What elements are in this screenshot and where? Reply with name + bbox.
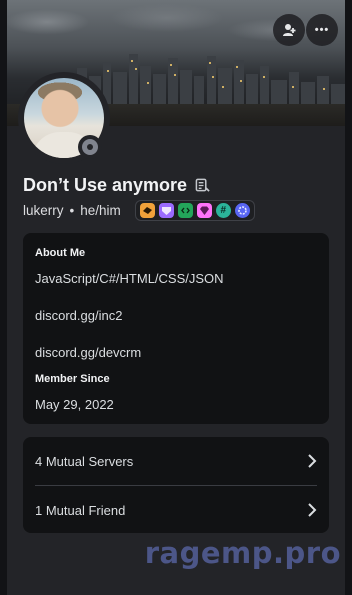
display-name-row: Don’t Use anymore — [23, 175, 210, 196]
about-card: About Me JavaScript/C#/HTML/CSS/JSON dis… — [23, 233, 329, 424]
status-indicator — [78, 135, 102, 159]
mutual-servers-row[interactable]: 4 Mutual Servers — [23, 437, 329, 485]
chevron-right-icon — [308, 454, 317, 468]
badge-list: # — [134, 199, 255, 221]
hashtag-quest-icon[interactable]: # — [215, 202, 231, 218]
pronouns: he/him — [80, 202, 121, 218]
add-friend-button[interactable] — [273, 14, 305, 46]
username-separator: • — [69, 202, 75, 218]
display-name: Don’t Use anymore — [23, 175, 188, 195]
mutual-servers-label: 4 Mutual Servers — [35, 453, 134, 469]
active-developer-icon[interactable] — [177, 202, 193, 218]
about-me-title: About Me — [35, 247, 86, 259]
mutual-friends-label: 1 Mutual Friend — [35, 502, 126, 518]
profile-popout: ••• Don’t Use anymore lukerry • he/him #… — [0, 0, 352, 595]
server-booster-gem-icon[interactable] — [196, 202, 212, 218]
mutual-friends-row[interactable]: 1 Mutual Friend — [23, 486, 329, 534]
about-line: JavaScript/C#/HTML/CSS/JSON — [35, 271, 224, 286]
member-since-date: May 29, 2022 — [35, 397, 114, 412]
gear-badge-icon[interactable] — [234, 202, 250, 218]
about-line-link[interactable]: discord.gg/devcrm — [35, 345, 141, 360]
username: lukerry — [23, 202, 64, 218]
add-friend-icon — [283, 24, 296, 36]
chevron-right-icon — [308, 503, 317, 517]
more-options-button[interactable]: ••• — [306, 14, 338, 46]
about-line-link[interactable]: discord.gg/inc2 — [35, 308, 122, 323]
member-since-title: Member Since — [35, 373, 110, 385]
hypesquad-balance-icon[interactable] — [139, 202, 155, 218]
watermark-text: ragemp.pro — [144, 536, 341, 570]
note-icon[interactable] — [195, 178, 210, 193]
mutuals-card: 4 Mutual Servers 1 Mutual Friend — [23, 437, 329, 533]
nitro-icon[interactable] — [158, 202, 174, 218]
more-dots-icon: ••• — [314, 24, 330, 36]
username-row: lukerry • he/him # — [23, 199, 255, 221]
offline-status-icon — [82, 139, 98, 155]
